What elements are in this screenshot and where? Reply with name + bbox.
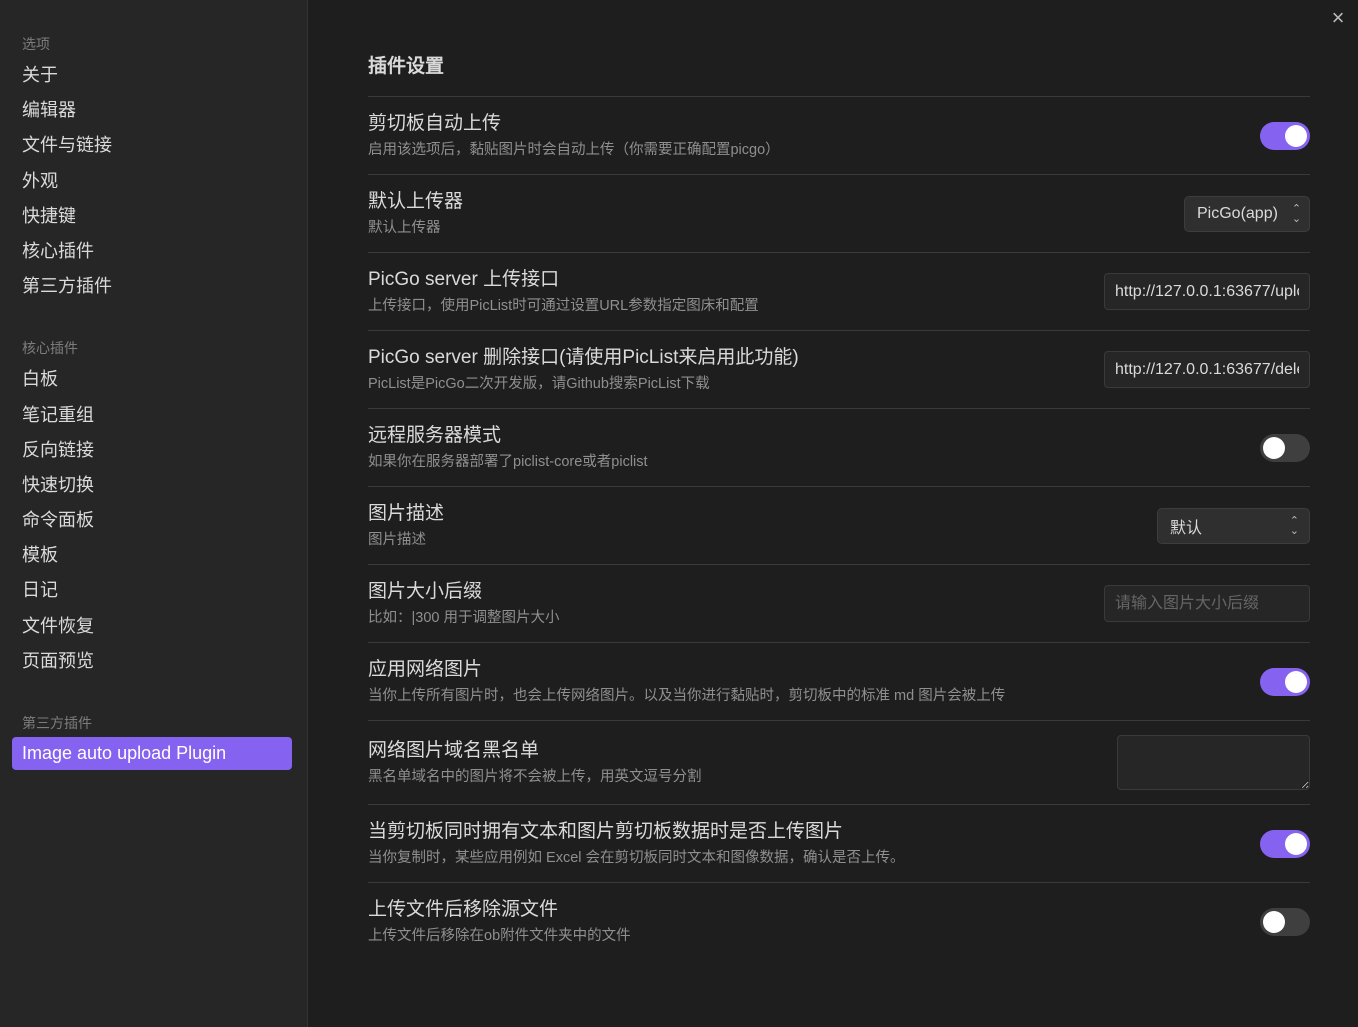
setting-info: 应用网络图片 当你上传所有图片时，也会上传网络图片。以及当你进行黏贴时，剪切板中… — [368, 657, 1005, 707]
sidebar-item-files-links[interactable]: 文件与链接 — [0, 128, 307, 163]
sidebar-item-canvas[interactable]: 白板 — [0, 362, 307, 397]
setting-upload-endpoint: PicGo server 上传接口 上传接口，使用PicList时可通过设置UR… — [368, 253, 1310, 331]
setting-description: 默认上传器 — [368, 219, 441, 236]
setting-info: 当剪切板同时拥有文本和图片剪切板数据时是否上传图片 当你复制时，某些应用例如 E… — [368, 819, 905, 869]
setting-description: 如果你在服务器部署了piclist-core或者piclist — [368, 453, 648, 470]
setting-name: 图片描述 — [368, 502, 445, 524]
dropdown-value: PicGo(app) — [1197, 204, 1278, 222]
chevron-up-down-icon: ⌃ ⌄ — [1289, 514, 1299, 537]
toggle-knob — [1285, 124, 1307, 147]
setting-description: 启用该选项后，黏贴图片时会自动上传（你需要正确配置picgo） — [368, 141, 780, 158]
clipboard-auto-upload-toggle[interactable] — [1260, 121, 1310, 150]
settings-content: × 插件设置 剪切板自动上传 启用该选项后，黏贴图片时会自动上传（你需要正确配置… — [308, 0, 1358, 1027]
setting-info: 剪切板自动上传 启用该选项后，黏贴图片时会自动上传（你需要正确配置picgo） — [368, 111, 780, 161]
setting-clipboard-auto-upload: 剪切板自动上传 启用该选项后，黏贴图片时会自动上传（你需要正确配置picgo） — [368, 97, 1310, 175]
page-title: 插件设置 — [368, 50, 1310, 97]
sidebar-item-community-plugins[interactable]: 第三方插件 — [0, 269, 307, 304]
domain-blacklist-textarea[interactable] — [1117, 735, 1310, 790]
setting-info: 网络图片域名黑名单 黑名单域名中的图片将不会被上传，用英文逗号分割 — [368, 738, 702, 788]
sidebar-item-file-recovery[interactable]: 文件恢复 — [0, 609, 307, 644]
setting-network-domain-blacklist: 网络图片域名黑名单 黑名单域名中的图片将不会被上传，用英文逗号分割 — [368, 721, 1310, 805]
toggle-knob — [1285, 670, 1307, 693]
sidebar-item-hotkeys[interactable]: 快捷键 — [0, 199, 307, 234]
dropdown-value: 默认 — [1170, 519, 1203, 537]
default-uploader-select[interactable]: PicGo(app) ⌃ ⌄ — [1184, 195, 1310, 232]
setting-default-uploader: 默认上传器 默认上传器 PicGo(app) ⌃ ⌄ — [368, 175, 1310, 253]
setting-name: 当剪切板同时拥有文本和图片剪切板数据时是否上传图片 — [368, 820, 844, 842]
setting-description: 比如：|300 用于调整图片大小 — [368, 609, 560, 626]
remove-source-after-upload-toggle[interactable] — [1260, 908, 1310, 936]
sidebar-group-community-plugins: 第三方插件 — [22, 715, 92, 731]
setting-name: PicGo server 删除接口(请使用PicList来启用此功能) — [368, 346, 799, 368]
setting-info: 远程服务器模式 如果你在服务器部署了piclist-core或者piclist — [368, 423, 648, 473]
setting-description: 当你复制时，某些应用例如 Excel 会在剪切板同时文本和图像数据，确认是否上传… — [368, 849, 905, 866]
sidebar-item-templates[interactable]: 模板 — [0, 538, 307, 573]
setting-description: 当你上传所有图片时，也会上传网络图片。以及当你进行黏贴时，剪切板中的标准 md … — [368, 687, 1006, 704]
sidebar-item-note-composer[interactable]: 笔记重组 — [0, 398, 307, 433]
sidebar-item-editor[interactable]: 编辑器 — [0, 93, 307, 128]
setting-image-size-suffix: 图片大小后缀 比如：|300 用于调整图片大小 — [368, 565, 1310, 643]
setting-info: 图片大小后缀 比如：|300 用于调整图片大小 — [368, 579, 560, 629]
setting-description: 上传接口，使用PicList时可通过设置URL参数指定图床和配置 — [368, 297, 759, 314]
toggle-knob — [1263, 911, 1285, 933]
setting-upload-with-text-and-image: 当剪切板同时拥有文本和图片剪切板数据时是否上传图片 当你复制时，某些应用例如 E… — [368, 805, 1310, 883]
close-icon[interactable]: × — [1326, 6, 1350, 30]
setting-description: PicList是PicGo二次开发版，请Github搜索PicList下载 — [368, 375, 710, 392]
sidebar-item-core-plugins[interactable]: 核心插件 — [0, 234, 307, 269]
sidebar-item-appearance[interactable]: 外观 — [0, 164, 307, 199]
sidebar-item-about[interactable]: 关于 — [0, 58, 307, 93]
sidebar-item-quick-switcher[interactable]: 快速切换 — [0, 468, 307, 503]
settings-window: 选项 关于 编辑器 文件与链接 外观 快捷键 核心插件 第三方插件 核心插件 白… — [0, 0, 1358, 1027]
apply-network-images-toggle[interactable] — [1260, 667, 1310, 696]
setting-image-description: 图片描述 图片描述 默认 ⌃ ⌄ — [368, 487, 1310, 565]
sidebar-group-options: 选项 — [22, 36, 50, 52]
setting-name: 剪切板自动上传 — [368, 112, 502, 134]
setting-info: PicGo server 上传接口 上传接口，使用PicList时可通过设置UR… — [368, 267, 759, 317]
setting-name: 上传文件后移除源文件 — [368, 899, 559, 920]
setting-name: 远程服务器模式 — [368, 424, 502, 446]
setting-info: 上传文件后移除源文件 上传文件后移除在ob附件文件夹中的文件 — [368, 897, 631, 947]
sidebar-item-command-palette[interactable]: 命令面板 — [0, 503, 307, 538]
setting-name: 网络图片域名黑名单 — [368, 739, 540, 761]
setting-info: 默认上传器 默认上传器 — [368, 189, 463, 239]
setting-remote-server-mode: 远程服务器模式 如果你在服务器部署了piclist-core或者piclist — [368, 409, 1310, 487]
remote-server-mode-toggle[interactable] — [1260, 433, 1310, 462]
setting-apply-network-images: 应用网络图片 当你上传所有图片时，也会上传网络图片。以及当你进行黏贴时，剪切板中… — [368, 643, 1310, 721]
setting-description: 上传文件后移除在ob附件文件夹中的文件 — [368, 928, 631, 944]
sidebar-item-daily-notes[interactable]: 日记 — [0, 573, 307, 608]
setting-delete-endpoint: PicGo server 删除接口(请使用PicList来启用此功能) PicL… — [368, 331, 1310, 409]
setting-name: PicGo server 上传接口 — [368, 268, 560, 290]
toggle-knob — [1263, 436, 1285, 459]
upload-with-text-and-image-toggle[interactable] — [1260, 829, 1310, 858]
setting-info: 图片描述 图片描述 — [368, 501, 444, 551]
sidebar-item-page-preview[interactable]: 页面预览 — [0, 644, 307, 679]
sidebar-item-image-auto-upload[interactable]: Image auto upload Plugin — [12, 737, 292, 770]
image-size-suffix-input[interactable] — [1104, 585, 1310, 622]
toggle-knob — [1285, 832, 1307, 855]
setting-name: 默认上传器 — [368, 190, 464, 212]
setting-remove-source-after-upload: 上传文件后移除源文件 上传文件后移除在ob附件文件夹中的文件 — [368, 883, 1310, 961]
image-description-select[interactable]: 默认 ⌃ ⌄ — [1157, 507, 1310, 544]
setting-description: 黑名单域名中的图片将不会被上传，用英文逗号分割 — [368, 768, 702, 785]
setting-name: 图片大小后缀 — [368, 580, 483, 602]
settings-sidebar: 选项 关于 编辑器 文件与链接 外观 快捷键 核心插件 第三方插件 核心插件 白… — [0, 0, 308, 1027]
delete-endpoint-input[interactable] — [1104, 351, 1310, 388]
sidebar-item-backlinks[interactable]: 反向链接 — [0, 433, 307, 468]
setting-info: PicGo server 删除接口(请使用PicList来启用此功能) PicL… — [368, 345, 799, 395]
chevron-up-down-icon: ⌃ ⌄ — [1291, 202, 1302, 225]
setting-name: 应用网络图片 — [368, 658, 483, 680]
setting-description: 图片描述 — [368, 531, 426, 548]
sidebar-group-core-plugins: 核心插件 — [22, 340, 78, 357]
upload-endpoint-input[interactable] — [1104, 273, 1310, 310]
